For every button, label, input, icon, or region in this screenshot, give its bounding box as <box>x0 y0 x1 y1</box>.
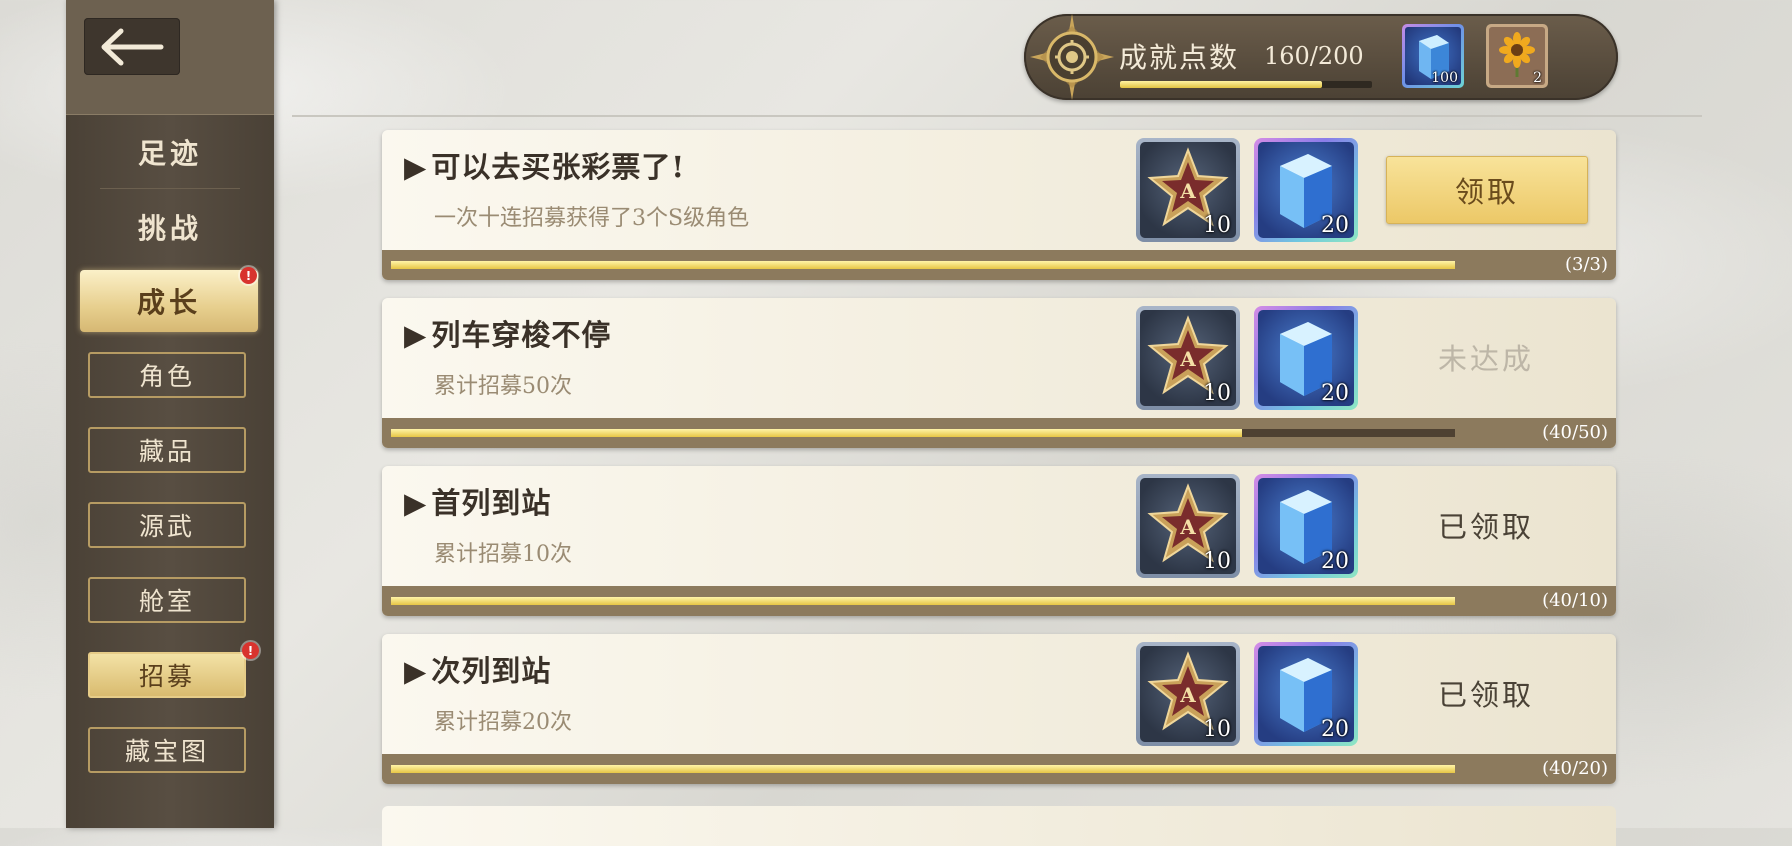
reward-a-rank-star[interactable]: A 10 <box>1136 474 1240 578</box>
reward-count: 10 <box>1203 213 1231 238</box>
reward-a-rank-star[interactable]: A 10 <box>1136 306 1240 410</box>
points-progress-track <box>1120 81 1372 88</box>
achievement-card: ▶ 列车穿梭不停 累计招募50次 A 10 20 未达成 (40/50) <box>382 298 1616 448</box>
achievement-card: ▶ 可以去买张彩票了! 一次十连招募获得了3个S级角色 A 10 20 领取 (… <box>382 130 1616 280</box>
progress-track <box>391 765 1455 773</box>
progress-fill <box>391 429 1243 437</box>
achievement-progress: (40/50) <box>382 418 1616 448</box>
svg-text:A: A <box>1179 683 1196 707</box>
status-incomplete: 未达成 <box>1437 342 1534 376</box>
triangle-icon: ▶ <box>404 150 428 184</box>
sidebar-item-label: 藏品 <box>138 437 195 466</box>
notification-badge: ! <box>240 267 257 284</box>
reward-blue-crystal[interactable]: 20 <box>1254 642 1358 746</box>
status-claimed: 已领取 <box>1437 510 1534 544</box>
sidebar-item-label: 源武 <box>138 512 195 541</box>
achievement-progress: (40/20) <box>382 754 1616 784</box>
sidebar: 足迹 挑战 成长 ! 角色 藏品 源武 舱室 招募 ! 藏宝图 <box>66 0 274 828</box>
reward-count: 20 <box>1321 549 1349 574</box>
points-value: 160/200 <box>1264 42 1364 70</box>
achievement-title-text: 首列到站 <box>431 486 552 520</box>
reward-count: 10 <box>1203 717 1231 742</box>
sidebar-category-challenge[interactable]: 挑战 <box>66 207 274 247</box>
achievement-title-text: 列车穿梭不停 <box>431 318 612 352</box>
back-area <box>66 0 274 115</box>
achievement-card: ▶ 首列到站 累计招募10次 A 10 20 已领取 (40/10) <box>382 466 1616 616</box>
sidebar-item-label: 舱室 <box>138 587 195 616</box>
progress-fill <box>391 261 1455 269</box>
sidebar-category-growth-label: 成长 <box>136 286 201 319</box>
triangle-icon: ▶ <box>404 318 428 352</box>
claim-button[interactable]: 领取 <box>1386 156 1588 224</box>
achievement-card: ▶ 次列到站 累计招募20次 A 10 20 已领取 (40/20) <box>382 634 1616 784</box>
reward-count: 20 <box>1321 381 1349 406</box>
progress-count: (40/50) <box>1542 422 1608 443</box>
header-divider <box>292 115 1702 117</box>
sidebar-item-recruit[interactable]: 招募 <box>88 652 246 698</box>
sidebar-category-footprints[interactable]: 足迹 <box>66 132 274 172</box>
reward-blue-crystal[interactable]: 20 <box>1254 138 1358 242</box>
sidebar-item-weapon[interactable]: 源武 <box>88 502 246 548</box>
progress-fill <box>391 765 1455 773</box>
achievement-title: ▶ 可以去买张彩票了! <box>404 144 685 186</box>
achievement-card-partial <box>382 806 1616 846</box>
achievement-progress: (3/3) <box>382 250 1616 280</box>
back-button[interactable] <box>84 18 180 75</box>
notification-badge: ! <box>242 642 259 659</box>
achievement-title-text: 可以去买张彩票了! <box>431 150 686 184</box>
achievement-description: 累计招募50次 <box>434 374 572 399</box>
status-claimed: 已领取 <box>1437 678 1534 712</box>
reward-a-rank-star[interactable]: A 10 <box>1136 642 1240 746</box>
arrow-left-icon <box>101 28 164 65</box>
resource-count: 100 <box>1431 70 1458 85</box>
reward-blue-crystal[interactable]: 20 <box>1254 306 1358 410</box>
sidebar-item-treasure-map[interactable]: 藏宝图 <box>88 727 246 773</box>
sidebar-divider <box>100 188 240 189</box>
achievement-description: 累计招募20次 <box>434 710 572 735</box>
points-progress-fill <box>1120 81 1322 88</box>
progress-count: (40/10) <box>1542 590 1608 611</box>
progress-track <box>391 429 1455 437</box>
sidebar-item-cabin[interactable]: 舱室 <box>88 577 246 623</box>
achievement-progress: (40/10) <box>382 586 1616 616</box>
achievement-description: 一次十连招募获得了3个S级角色 <box>434 206 750 231</box>
achievement-description: 累计招募10次 <box>434 542 572 567</box>
sidebar-item-collection[interactable]: 藏品 <box>88 427 246 473</box>
sidebar-item-label: 藏宝图 <box>124 737 209 766</box>
progress-fill <box>391 597 1455 605</box>
progress-count: (3/3) <box>1564 254 1608 275</box>
reward-count: 10 <box>1203 381 1231 406</box>
progress-track <box>391 261 1455 269</box>
resource-crystal[interactable]: 100 <box>1402 24 1464 88</box>
achievement-title: ▶ 次列到站 <box>404 648 551 690</box>
sidebar-item-label: 角色 <box>138 362 195 391</box>
points-label: 成就点数 <box>1119 41 1240 74</box>
sidebar-item-character[interactable]: 角色 <box>88 352 246 398</box>
reward-a-rank-star[interactable]: A 10 <box>1136 138 1240 242</box>
sidebar-category-growth[interactable]: 成长 <box>80 270 258 332</box>
progress-track <box>391 597 1455 605</box>
reward-blue-crystal[interactable]: 20 <box>1254 474 1358 578</box>
compass-emblem-icon <box>1030 14 1114 100</box>
achievement-title: ▶ 列车穿梭不停 <box>404 312 611 354</box>
achievement-title: ▶ 首列到站 <box>404 480 551 522</box>
reward-count: 20 <box>1321 717 1349 742</box>
triangle-icon: ▶ <box>404 486 428 520</box>
reward-count: 10 <box>1203 549 1231 574</box>
achievement-points-panel: 成就点数 160/200 100 2 <box>1024 14 1618 100</box>
achievement-title-text: 次列到站 <box>431 654 552 688</box>
triangle-icon: ▶ <box>404 654 428 688</box>
progress-count: (40/20) <box>1542 758 1608 779</box>
reward-count: 20 <box>1321 213 1349 238</box>
svg-text:A: A <box>1179 515 1196 539</box>
sidebar-item-label: 招募 <box>138 662 195 691</box>
resource-count: 2 <box>1533 70 1542 85</box>
svg-text:A: A <box>1179 179 1196 203</box>
resource-sunflower[interactable]: 2 <box>1486 24 1548 88</box>
svg-text:A: A <box>1179 347 1196 371</box>
